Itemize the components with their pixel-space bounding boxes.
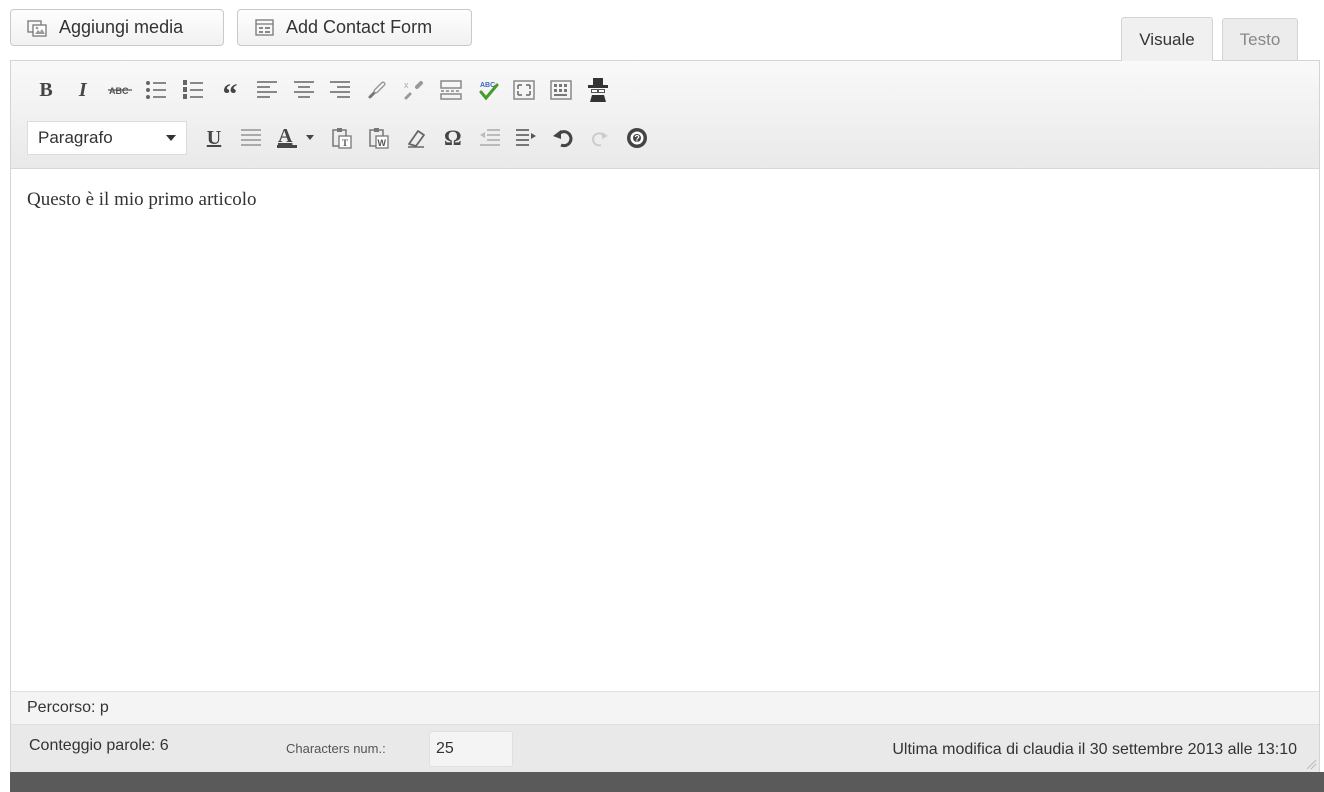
svg-text:?: ? [634, 134, 640, 144]
redo-icon[interactable] [587, 125, 613, 151]
toolbar-row-2: Paragrafo U A T W Ω ? [27, 121, 661, 155]
tab-visual[interactable]: Visuale [1121, 17, 1213, 61]
spy-icon[interactable] [585, 77, 611, 103]
word-count: Conteggio parole: 6 [29, 737, 169, 754]
last-edit-info: Ultima modifica di claudia il 30 settemb… [892, 741, 1297, 758]
outdent-icon[interactable] [477, 125, 503, 151]
paste-word-icon[interactable]: W [366, 125, 392, 151]
kitchen-sink-icon[interactable] [548, 77, 574, 103]
text-color-icon[interactable]: A [275, 125, 319, 151]
clear-formatting-icon[interactable] [403, 125, 429, 151]
editor-content[interactable]: Questo è il mio primo articolo [11, 169, 1319, 691]
path-text: Percorso: p [27, 699, 109, 716]
form-icon [254, 18, 276, 38]
path-bar: Percorso: p [11, 691, 1319, 725]
add-media-button[interactable]: Aggiungi media [10, 9, 224, 46]
numbered-list-icon[interactable] [180, 77, 206, 103]
italic-icon[interactable]: I [70, 77, 96, 103]
format-select-value: Paragrafo [38, 128, 113, 147]
add-contact-form-button[interactable]: Add Contact Form [237, 9, 472, 46]
help-icon[interactable]: ? [624, 125, 650, 151]
tab-text[interactable]: Testo [1222, 18, 1298, 60]
align-right-icon[interactable] [327, 77, 353, 103]
editor: B I ABC “ x ABC Paragrafo U A T W Ω ? Qu… [10, 60, 1320, 773]
justify-icon[interactable] [238, 125, 264, 151]
format-select[interactable]: Paragrafo [27, 121, 187, 155]
media-icon [27, 18, 49, 38]
resize-handle-icon[interactable] [1305, 757, 1317, 770]
bullet-list-icon[interactable] [143, 77, 169, 103]
tab-visual-label: Visuale [1139, 29, 1195, 49]
bold-icon[interactable]: B [33, 77, 59, 103]
spellcheck-icon[interactable]: ABC [475, 77, 501, 103]
underline-icon[interactable]: U [201, 125, 227, 151]
paste-text-icon[interactable]: T [329, 125, 355, 151]
special-character-icon[interactable]: Ω [440, 125, 466, 151]
link-icon[interactable] [364, 77, 390, 103]
add-media-label: Aggiungi media [59, 17, 184, 37]
indent-icon[interactable] [513, 125, 539, 151]
strikethrough-glyph: ABC [109, 86, 129, 96]
blockquote-icon[interactable]: “ [217, 77, 243, 111]
text-color-glyph: A [278, 125, 293, 147]
svg-text:W: W [378, 138, 387, 148]
bottom-bar [10, 772, 1324, 792]
status-bar: Conteggio parole: 6 Characters num.: 25 … [11, 725, 1319, 773]
characters-count-field[interactable]: 25 [429, 731, 513, 767]
strikethrough-icon[interactable]: ABC [107, 77, 133, 103]
characters-count-value: 25 [436, 740, 454, 757]
fullscreen-icon[interactable] [511, 77, 537, 103]
editor-toolbar: B I ABC “ x ABC Paragrafo U A T W Ω ? [11, 61, 1319, 169]
characters-label: Characters num.: [286, 741, 386, 756]
chevron-down-icon [166, 135, 176, 141]
toolbar-row-1: B I ABC “ x ABC [33, 73, 622, 111]
unlink-icon[interactable]: x [401, 77, 427, 103]
content-paragraph: Questo è il mio primo articolo [27, 189, 257, 210]
add-contact-form-label: Add Contact Form [286, 17, 433, 37]
align-left-icon[interactable] [254, 77, 280, 103]
tab-text-label: Testo [1239, 29, 1281, 49]
undo-icon[interactable] [550, 125, 576, 151]
svg-text:T: T [342, 138, 348, 148]
read-more-icon[interactable] [438, 77, 464, 103]
align-center-icon[interactable] [291, 77, 317, 103]
svg-text:x: x [404, 80, 409, 90]
